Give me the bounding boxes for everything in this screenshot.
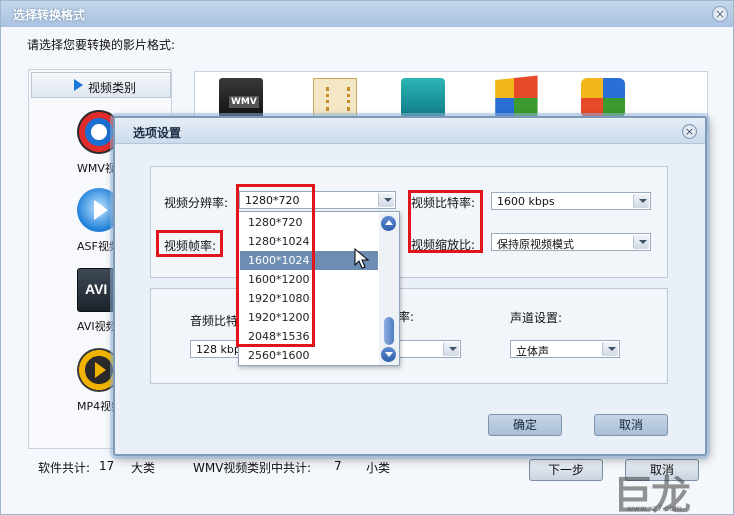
samplerate-label: 率:	[398, 310, 415, 324]
scroll-up-icon[interactable]	[381, 216, 396, 231]
play-arrow-icon	[74, 79, 83, 91]
dialog-titlebar: 选项设置 ×	[115, 118, 705, 144]
video-bitrate-value: 1600 kbps	[497, 195, 555, 208]
chevron-down-icon[interactable]	[443, 342, 459, 356]
class-total-value: 7	[334, 459, 342, 473]
chevron-down-icon[interactable]	[602, 342, 618, 356]
samplerate-select[interactable]	[398, 340, 461, 358]
format-prompt: 请选择您要转换的影片格式:	[27, 38, 176, 52]
windows-logo-icon[interactable]	[495, 75, 538, 121]
software-total-label: 软件共计:	[38, 461, 91, 475]
channel-select[interactable]: 立体声	[510, 340, 620, 358]
channel-value: 立体声	[516, 345, 549, 358]
big-class-label: 大类	[131, 461, 156, 475]
category-header-video[interactable]: 视频类别	[31, 72, 171, 98]
highlight-framerate	[156, 230, 223, 257]
watermark-url: www.xz7.com	[627, 504, 683, 513]
chevron-down-icon[interactable]	[633, 235, 649, 249]
main-close-icon[interactable]: ×	[712, 6, 728, 22]
chevron-down-icon[interactable]	[633, 194, 649, 208]
highlight-resolution	[236, 184, 315, 347]
resolution-option[interactable]: 2560*1600	[240, 346, 378, 365]
avi-badge: AVI	[85, 281, 108, 297]
scroll-down-icon[interactable]	[381, 347, 396, 362]
channel-label: 声道设置:	[510, 311, 563, 325]
windows-media-icon[interactable]	[401, 78, 445, 118]
mouse-cursor-icon	[354, 248, 370, 269]
options-dialog: 选项设置 × 视频分辨率: 1280*720 视频帧率: 视频比特率: 1600…	[113, 116, 707, 456]
resolution-label: 视频分辨率:	[164, 196, 229, 210]
scale-select[interactable]: 保持原视频模式	[491, 233, 651, 251]
chevron-down-icon[interactable]	[378, 193, 394, 207]
format-label: AVI视频	[77, 320, 117, 333]
small-class-label: 小类	[366, 461, 391, 475]
ok-button[interactable]: 确定	[488, 414, 562, 436]
next-button[interactable]: 下一步	[529, 459, 603, 481]
dialog-cancel-button[interactable]: 取消	[594, 414, 668, 436]
dialog-title: 选项设置	[133, 126, 182, 140]
video-bitrate-select[interactable]: 1600 kbps	[491, 192, 651, 210]
software-total-value: 17	[99, 459, 115, 473]
scale-value: 保持原视频模式	[497, 238, 574, 251]
scroll-thumb[interactable]	[384, 317, 394, 345]
highlight-bitrate-scale	[408, 190, 483, 253]
windows-flag-icon[interactable]	[581, 78, 625, 118]
dialog-close-icon[interactable]: ×	[682, 124, 697, 139]
wmv-clapper-icon[interactable]: WMV	[219, 78, 263, 118]
wmv-badge: WMV	[229, 96, 259, 108]
dropdown-scrollbar[interactable]	[379, 213, 399, 365]
class-total-label: 类别中共计:	[247, 461, 312, 475]
audio-settings-group	[150, 288, 668, 384]
current-class-name: WMV视频	[193, 461, 248, 475]
main-window-title: 选择转换格式	[13, 8, 86, 22]
main-titlebar: 选择转换格式 ×	[1, 1, 733, 27]
film-document-icon[interactable]	[313, 78, 357, 118]
category-header-label: 视频类别	[88, 81, 137, 95]
